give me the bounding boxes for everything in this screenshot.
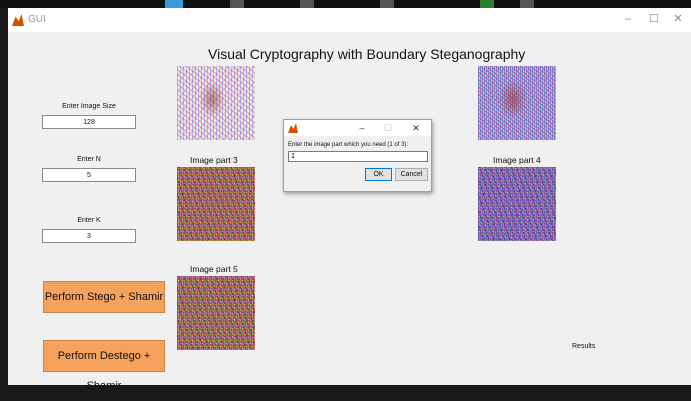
window-title: GUI [28, 14, 46, 25]
minimize-button[interactable]: – [618, 10, 638, 28]
destego-shamir-button[interactable]: Perform Destego + Shamir [43, 340, 165, 392]
close-button[interactable]: ✕ [668, 10, 688, 28]
dialog-title-bar: – ☐ ✕ [284, 120, 431, 136]
ok-button[interactable]: OK [365, 168, 392, 181]
image-part-3 [177, 167, 255, 241]
n-label: Enter N [77, 156, 101, 163]
cancel-button[interactable]: Cancel [395, 168, 428, 181]
dialog-minimize-button[interactable]: – [354, 121, 370, 135]
dialog-input[interactable]: 1 [288, 151, 428, 162]
stego-shamir-button[interactable]: Perform Stego + Shamir [43, 281, 165, 313]
matlab-icon [12, 14, 24, 26]
dialog-prompt: Enter the image part which you need (1 o… [288, 142, 409, 148]
image-part-4-label: Image part 4 [493, 155, 541, 165]
matlab-icon [288, 123, 298, 133]
image-part-preview-top [177, 66, 255, 140]
page-title: Visual Cryptography with Boundary Stegan… [208, 46, 526, 62]
image-part-4 [478, 167, 556, 241]
image-size-label: Enter Image Size [62, 103, 116, 110]
k-label: Enter K [77, 217, 101, 224]
app-window: GUI – ☐ ✕ Visual Cryptography with Bound… [8, 8, 691, 392]
k-field[interactable]: 3 [42, 229, 136, 243]
image-part-5-label: Image part 5 [190, 264, 238, 274]
title-bar: GUI – ☐ ✕ [8, 8, 691, 32]
results-label: Results [572, 343, 596, 350]
image-part-5 [177, 276, 255, 350]
taskbar-strip [0, 0, 691, 8]
image-part-3-label: Image part 3 [190, 155, 238, 165]
maximize-button[interactable]: ☐ [644, 10, 664, 28]
dialog-maximize-button[interactable]: ☐ [380, 121, 396, 135]
image-size-field[interactable]: 128 [42, 115, 136, 129]
n-field[interactable]: 5 [42, 168, 136, 182]
dialog-close-button[interactable]: ✕ [408, 121, 424, 135]
input-dialog: – ☐ ✕ Enter the image part which you nee… [283, 119, 432, 192]
image-part-preview-right [478, 66, 556, 140]
